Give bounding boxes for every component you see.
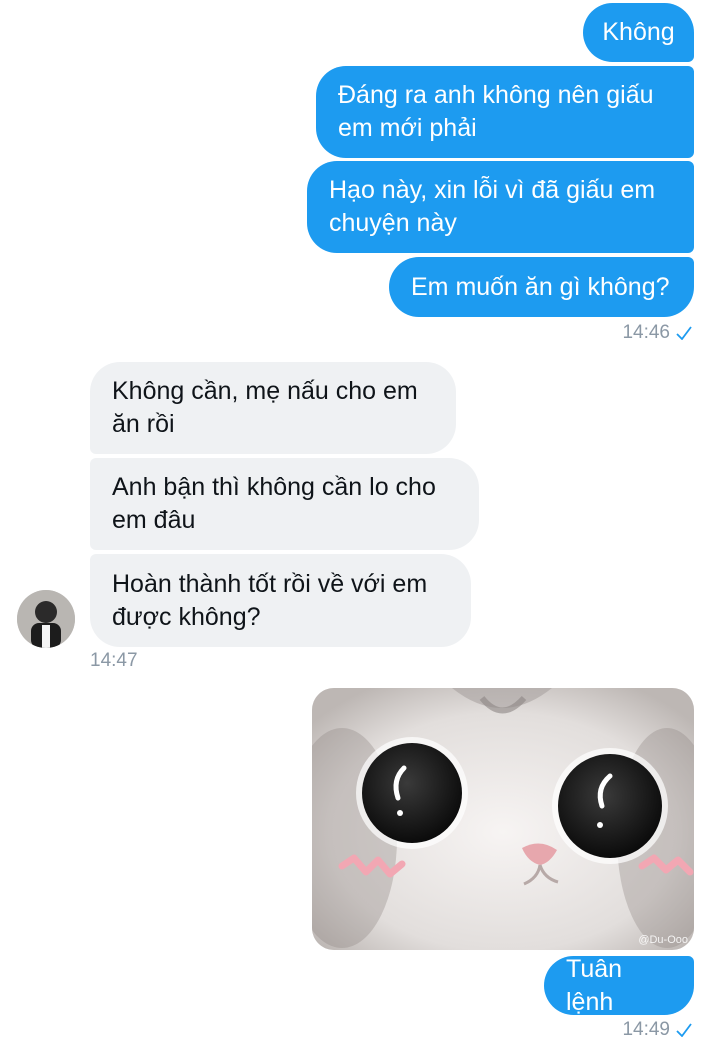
message-text: Em muốn ăn gì không? bbox=[411, 272, 670, 301]
message-text: Đáng ra anh không nên giấu em mới phải bbox=[338, 81, 654, 142]
message-text: Không cần, mẹ nấu cho em ăn rồi bbox=[112, 377, 418, 438]
message-bubble-outgoing[interactable]: Đáng ra anh không nên giấu em mới phải bbox=[316, 66, 694, 158]
message-text: Hạo này, xin lỗi vì đã giấu em chuyện nà… bbox=[329, 176, 656, 237]
message-text: Anh bận thì không cần lo cho em đâu bbox=[112, 473, 436, 534]
timestamp-text: 14:46 bbox=[622, 322, 670, 343]
message-text: Tuân lệnh bbox=[566, 954, 623, 1016]
message-text: Hoàn thành tốt rồi về với em được không? bbox=[112, 569, 428, 631]
message-bubble-outgoing[interactable]: Không bbox=[583, 3, 694, 62]
timestamp-text: 14:49 bbox=[622, 1019, 670, 1040]
message-bubble-incoming[interactable]: Anh bận thì không cần lo cho em đâu bbox=[90, 458, 479, 550]
timestamp-text: 14:47 bbox=[90, 650, 138, 671]
message-text: Không bbox=[602, 18, 675, 46]
avatar-icon bbox=[17, 590, 75, 648]
message-timestamp: 14:49 bbox=[622, 1019, 692, 1041]
message-bubble-outgoing[interactable]: Hạo này, xin lỗi vì đã giấu em chuyện nà… bbox=[307, 161, 694, 253]
cat-sticker-image[interactable]: @Du-Ooo bbox=[312, 688, 694, 950]
checkmark-icon bbox=[676, 1023, 692, 1037]
photo-watermark: @Du-Ooo bbox=[638, 934, 688, 946]
message-timestamp: 14:46 bbox=[622, 322, 692, 344]
message-bubble-outgoing[interactable]: Tuân lệnh bbox=[544, 955, 694, 1016]
checkmark-icon bbox=[676, 326, 692, 340]
message-bubble-incoming[interactable]: Hoàn thành tốt rồi về với em được không? bbox=[90, 554, 471, 647]
message-bubble-incoming[interactable]: Không cần, mẹ nấu cho em ăn rồi bbox=[90, 362, 456, 454]
message-timestamp: 14:47 bbox=[90, 650, 138, 672]
avatar[interactable] bbox=[17, 590, 75, 648]
cat-face-image bbox=[312, 688, 694, 950]
message-bubble-outgoing[interactable]: Em muốn ăn gì không? bbox=[389, 257, 694, 317]
